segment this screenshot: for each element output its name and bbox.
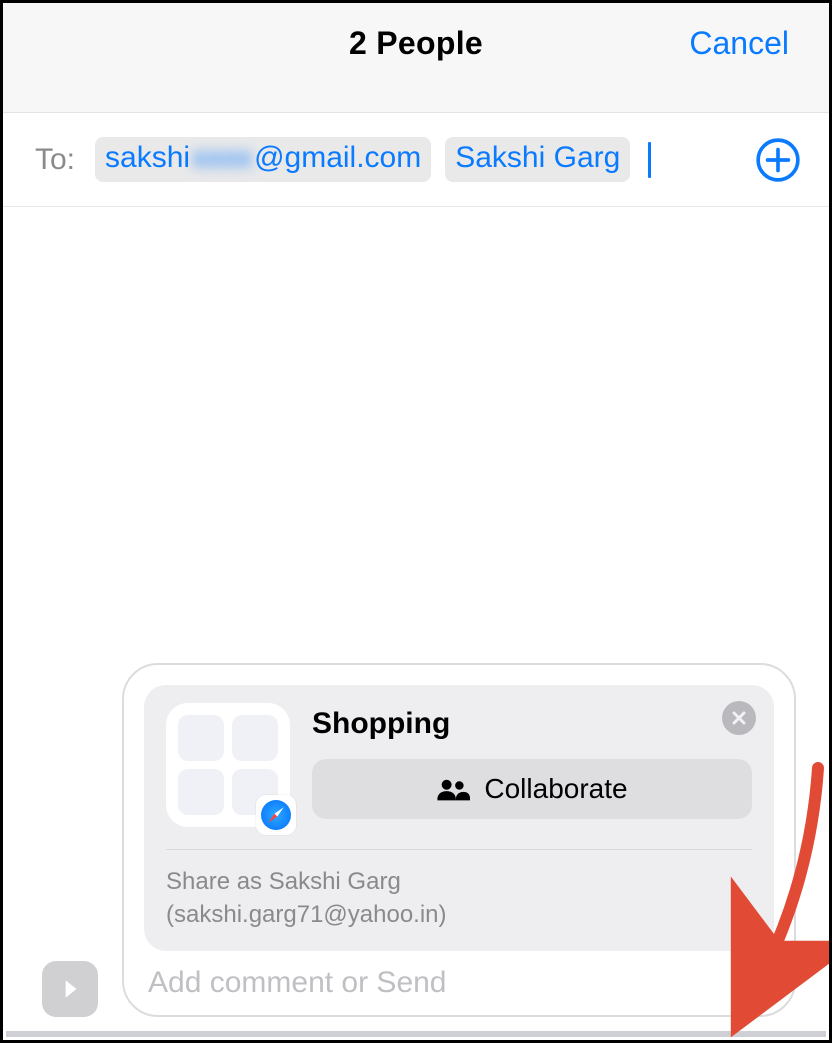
recipient-blurred: xxxx [192, 141, 252, 174]
add-contact-button[interactable] [755, 137, 801, 183]
safari-icon [256, 795, 296, 835]
apps-toggle-button[interactable] [42, 961, 98, 1017]
recipient-prefix: sakshi [105, 141, 190, 174]
close-icon [731, 710, 747, 726]
navbar: 2 People Cancel [3, 3, 829, 113]
divider [166, 849, 752, 850]
share-card: Shopping Collaborate [144, 685, 774, 951]
share-as-text: Share as Sakshi Garg (sakshi.garg71@yaho… [166, 866, 752, 931]
remove-attachment-button[interactable] [722, 701, 756, 735]
recipient-chip[interactable]: sakshixxxx@gmail.com [95, 137, 431, 182]
recipient-suffix: @gmail.com [254, 141, 421, 174]
share-title: Shopping [312, 707, 752, 741]
collaborate-label: Collaborate [484, 773, 627, 805]
message-input-row[interactable]: Add comment or Send [124, 951, 794, 1015]
share-thumbnail [166, 703, 290, 827]
send-button[interactable] [734, 959, 782, 1007]
chevron-right-icon [57, 976, 83, 1002]
arrow-up-icon [746, 970, 770, 996]
navbar-title: 2 People [349, 25, 483, 62]
thumb-tile [232, 715, 278, 761]
cancel-button[interactable]: Cancel [689, 25, 789, 62]
plus-circle-icon [755, 137, 801, 183]
people-icon [436, 777, 470, 801]
home-indicator-area [6, 1031, 826, 1037]
collaborate-button[interactable]: Collaborate [312, 759, 752, 819]
to-label: To: [35, 143, 75, 177]
thumb-tile [178, 715, 224, 761]
compose-bubble: Shopping Collaborate [122, 663, 796, 1017]
recipient-display: Sakshi Garg [455, 141, 620, 174]
text-cursor [648, 142, 651, 178]
message-input[interactable]: Add comment or Send [148, 960, 722, 1006]
to-field-row[interactable]: To: sakshixxxx@gmail.com Sakshi Garg [3, 113, 829, 207]
recipient-chip[interactable]: Sakshi Garg [445, 137, 630, 182]
compose-area: Shopping Collaborate [3, 663, 829, 1040]
thumb-tile [178, 769, 224, 815]
